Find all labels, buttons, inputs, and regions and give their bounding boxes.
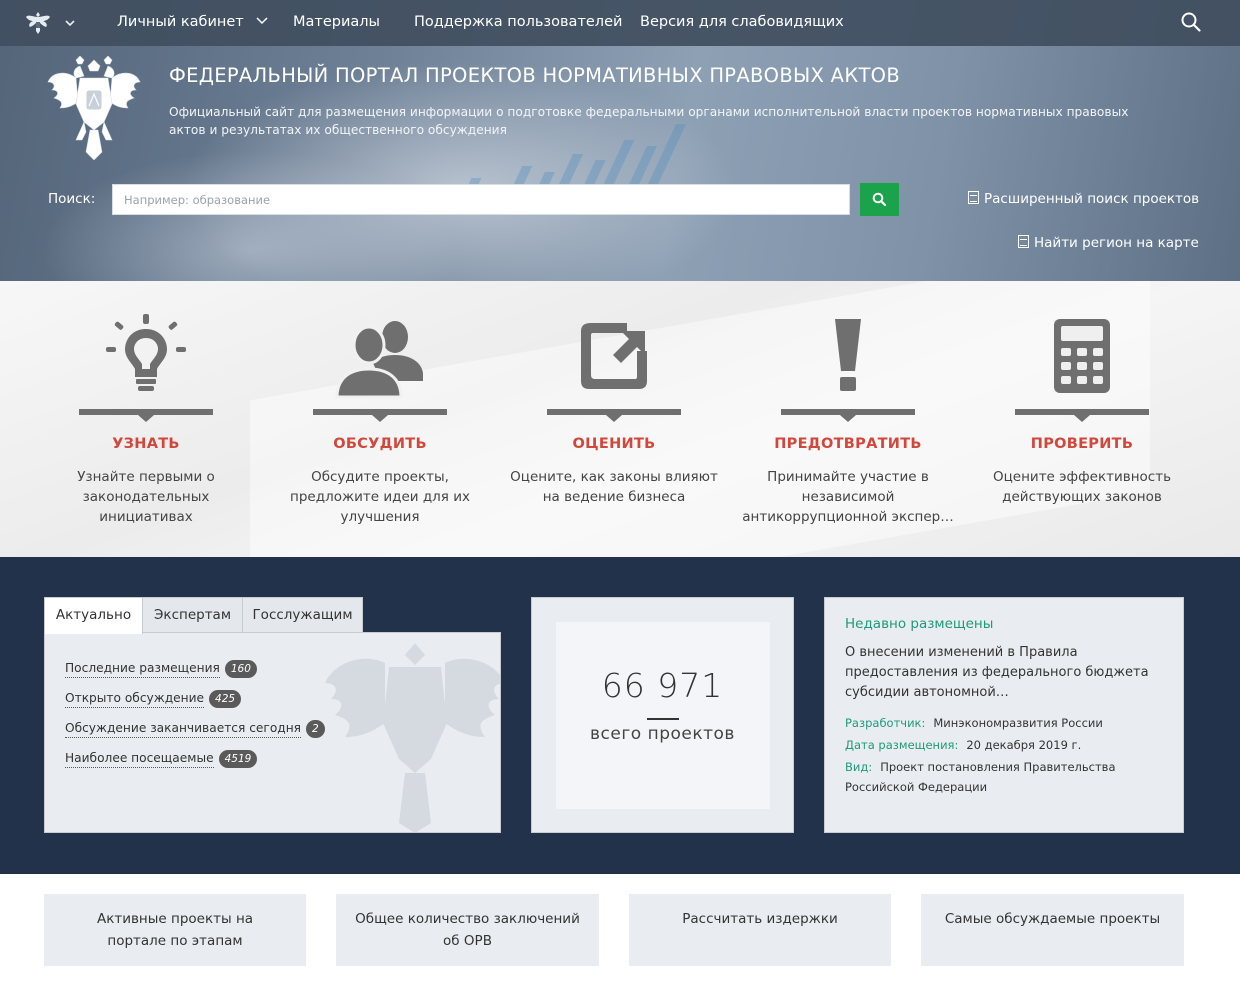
card-calculate-costs[interactable]: Рассчитать издержки — [629, 894, 891, 972]
document-icon — [1018, 235, 1029, 248]
developer-value: Минэкономразвития России — [933, 716, 1103, 730]
search-input[interactable] — [112, 184, 850, 215]
feature-description: Обсудите проекты, предложите идеи для их… — [290, 469, 470, 525]
search-button[interactable] — [860, 183, 899, 216]
portal-subtitle: Официальный сайт для размещения информац… — [169, 105, 1129, 137]
developer-key: Разработчик: — [845, 716, 926, 730]
count-badge: 425 — [209, 690, 242, 708]
feature-description: Принимайте участие в независимой антикор… — [742, 469, 954, 525]
tab-civil-servants[interactable]: Госслужащим — [242, 597, 363, 633]
feature-divider — [781, 409, 915, 422]
total-projects-card: 66 971 всего проектов — [531, 597, 794, 833]
search-icon — [872, 192, 887, 207]
nav-user-support[interactable]: Поддержка пользователей — [414, 14, 622, 30]
stat-label: Последние размещения — [65, 661, 220, 678]
portal-title: ФЕДЕРАЛЬНЫЙ ПОРТАЛ ПРОЕКТОВ НОРМАТИВНЫХ … — [169, 64, 900, 87]
date-key: Дата размещения: — [845, 738, 959, 752]
calculator-icon — [1054, 319, 1110, 393]
document-icon — [968, 191, 979, 204]
type-key: Вид: — [845, 760, 873, 774]
feature-description: Узнайте первыми о законодательных инициа… — [77, 469, 215, 525]
divider — [647, 718, 679, 720]
recent-heading: Недавно размещены — [845, 616, 994, 632]
card-active-projects[interactable]: Активные проекты на портале по этапам — [44, 894, 306, 972]
stat-label: Обсуждение заканчивается сегодня — [65, 721, 301, 738]
date-value: 20 декабря 2019 г. — [966, 738, 1082, 752]
people-icon — [335, 321, 423, 399]
top-navigation: Личный кабинет Материалы Поддержка польз… — [0, 0, 1240, 46]
count-badge: 2 — [306, 720, 325, 738]
feature-discuss[interactable]: ОБСУДИТЬ Обсудите проекты, предложите ид… — [263, 281, 497, 557]
advanced-search-label: Расширенный поиск проектов — [984, 191, 1200, 207]
stat-label: Открыто обсуждение — [65, 691, 205, 708]
nav-materials[interactable]: Материалы — [293, 14, 380, 30]
nav-accessibility-version[interactable]: Версия для слабовидящих — [640, 14, 844, 30]
exclamation-icon — [835, 319, 861, 391]
tab-actual[interactable]: Актуально — [44, 597, 143, 634]
feature-prevent[interactable]: ПРЕДОТВРАТИТЬ Принимайте участие в незав… — [731, 281, 965, 557]
chevron-down-icon[interactable] — [64, 15, 76, 33]
feature-divider — [547, 409, 681, 422]
stat-open-discussion[interactable]: Открыто обсуждение 425 — [65, 690, 242, 708]
feature-title: УЗНАТЬ — [112, 436, 180, 452]
feature-learn[interactable]: УЗНАТЬ Узнайте первыми о законодательных… — [29, 281, 263, 557]
stat-label: Наиболее посещаемые — [65, 751, 214, 768]
nav-personal-account[interactable]: Личный кабинет — [117, 14, 268, 30]
hero-banner: Личный кабинет Материалы Поддержка польз… — [0, 0, 1240, 281]
tab-content: Последние размещения 160 Открыто обсужден… — [44, 632, 501, 833]
search-icon[interactable] — [1180, 11, 1202, 33]
feature-check[interactable]: ПРОВЕРИТЬ Оцените эффективность действую… — [965, 281, 1199, 557]
stat-most-visited[interactable]: Наиболее посещаемые 4519 — [65, 750, 258, 768]
card-orv-conclusions[interactable]: Общее количество заключений об ОРВ — [336, 894, 599, 972]
chevron-down-icon — [256, 17, 268, 25]
total-projects-inner — [556, 622, 770, 809]
region-map-link[interactable]: Найти регион на карте — [1018, 235, 1199, 251]
recent-date: Дата размещения: 20 декабря 2019 г. — [845, 735, 1165, 755]
page-bottom-edge — [0, 966, 1240, 992]
feature-title: ПРОВЕРИТЬ — [1030, 436, 1134, 452]
count-badge: 4519 — [218, 750, 258, 768]
dashboard-section: Актуально Экспертам Госслужащим Последни… — [0, 557, 1240, 874]
region-map-label: Найти регион на карте — [1034, 235, 1199, 251]
tab-experts[interactable]: Экспертам — [142, 597, 243, 633]
recent-project-title-link[interactable]: О внесении изменений в Правила предостав… — [845, 643, 1160, 703]
feature-description: Оцените эффективность действующих законо… — [992, 469, 1172, 505]
feature-title: ОЦЕНИТЬ — [572, 436, 656, 452]
recent-developer: Разработчик: Минэкономразвития России — [845, 713, 1165, 733]
card-most-discussed[interactable]: Самые обсуждаемые проекты — [921, 894, 1184, 972]
feature-title: ПРЕДОТВРАТИТЬ — [774, 436, 922, 452]
nav-personal-account-label: Личный кабинет — [117, 14, 244, 30]
feature-divider — [79, 409, 213, 422]
count-badge: 160 — [224, 660, 257, 678]
eagle-emblem-icon[interactable] — [24, 9, 52, 37]
advanced-search-link[interactable]: Расширенный поиск проектов — [968, 191, 1199, 207]
total-projects-label: всего проектов — [590, 724, 735, 744]
tabs-panel: Актуально Экспертам Госслужащим Последни… — [44, 597, 501, 833]
recent-projects-card: Недавно размещены О внесении изменений в… — [824, 597, 1184, 833]
feature-description: Оцените, как законы влияют на ведение би… — [510, 469, 718, 505]
stat-ending-today[interactable]: Обсуждение заканчивается сегодня 2 — [65, 720, 325, 738]
feature-title: ОБСУДИТЬ — [333, 436, 427, 452]
feature-divider — [313, 409, 447, 422]
total-projects-number: 66 971 — [601, 666, 724, 705]
feature-divider — [1015, 409, 1149, 422]
search-label: Поиск: — [48, 191, 96, 207]
recent-type: Вид: Проект постановления Правительства Р… — [845, 757, 1165, 797]
coat-of-arms-watermark-icon — [325, 643, 500, 832]
stat-recent-posts[interactable]: Последние размещения 160 — [65, 660, 257, 678]
features-section: УЗНАТЬ Узнайте первыми о законодательных… — [0, 281, 1240, 557]
type-value: Проект постановления Правительства Росси… — [845, 760, 1116, 794]
share-arrow-icon — [581, 323, 647, 389]
feature-evaluate[interactable]: ОЦЕНИТЬ Оцените, как законы влияют на ве… — [497, 281, 731, 557]
coat-of-arms-emblem-icon — [47, 56, 141, 160]
lightbulb-icon — [106, 314, 186, 391]
